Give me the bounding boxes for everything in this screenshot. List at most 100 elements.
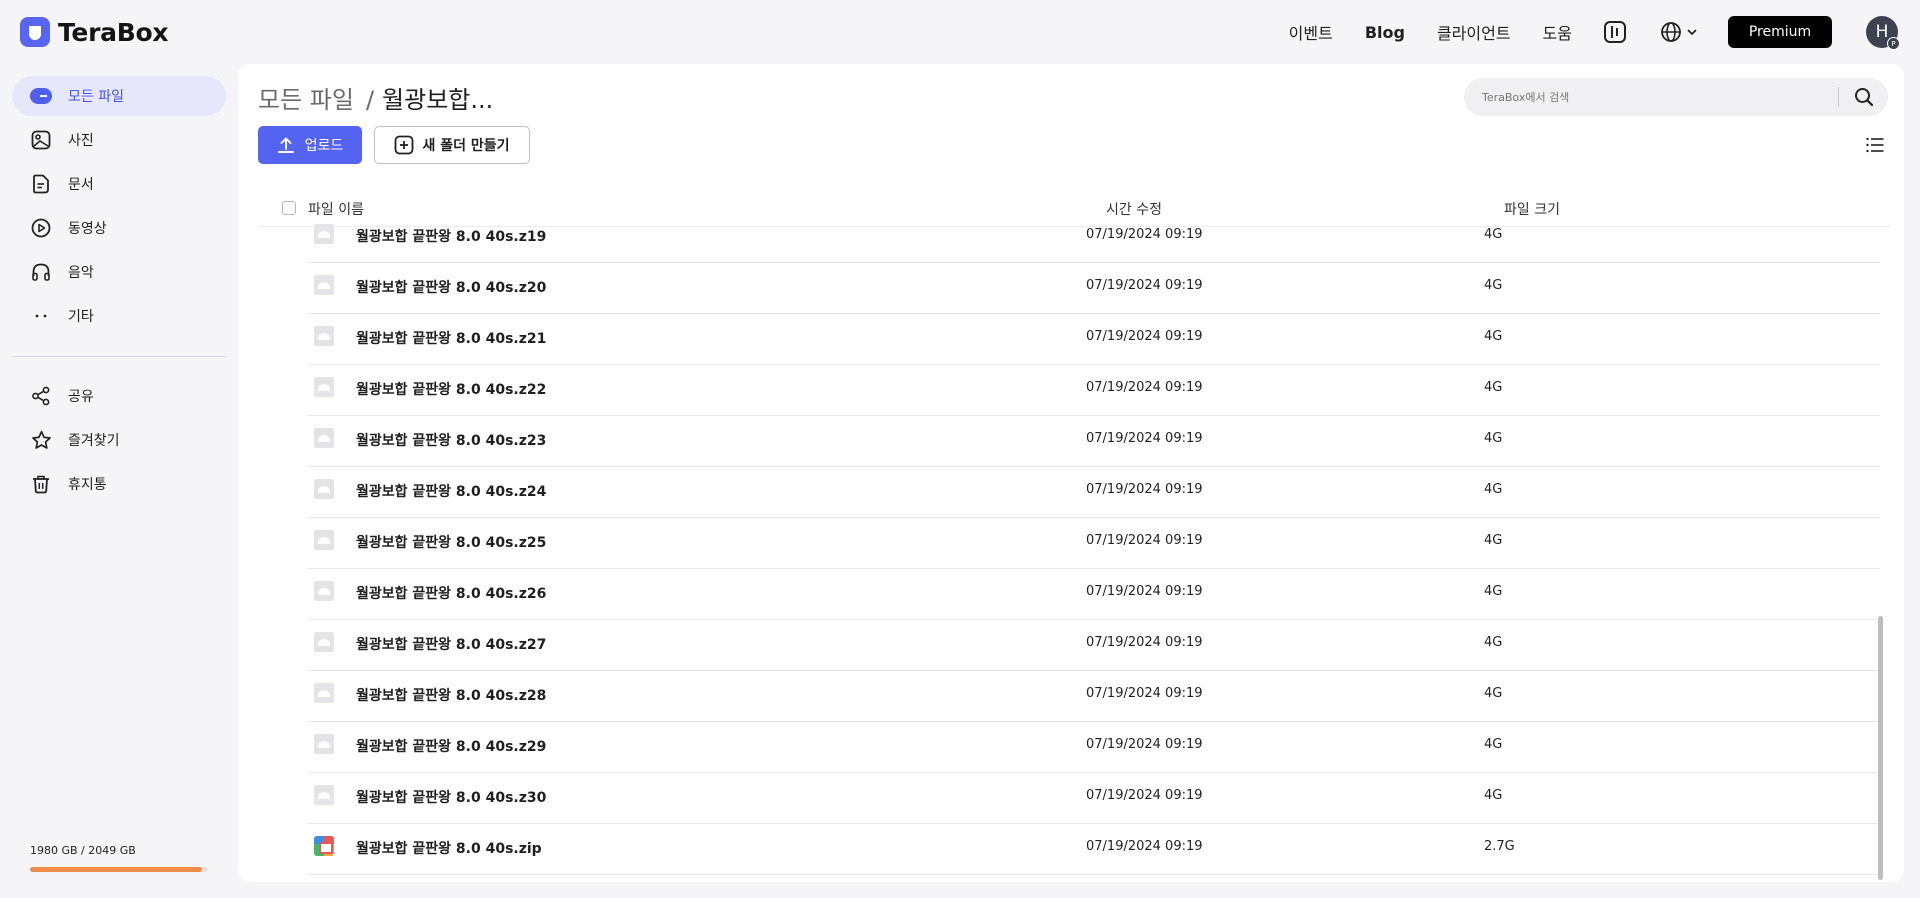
breadcrumb-root[interactable]: 모든 파일 [258, 80, 354, 115]
sidebar-item-share[interactable]: 공유 [12, 376, 226, 416]
file-icon [314, 683, 334, 703]
file-size: 4G [1484, 329, 1503, 344]
search-input[interactable] [1482, 78, 1822, 116]
table-row[interactable]: 월광보합 끝판왕 8.0 40s.z29 07/19/2024 09:19 4G [308, 722, 1880, 773]
table-row[interactable]: 월광보합 끝판왕 8.0 40s.z25 07/19/2024 09:19 4G [308, 518, 1880, 569]
language-selector[interactable] [1660, 21, 1698, 43]
table-row[interactable]: 월광보합 끝판왕 8.0 40s.z21 07/19/2024 09:19 4G [308, 314, 1880, 365]
table-row[interactable]: 월광보합 끝판왕 8.0 40s.z28 07/19/2024 09:19 4G [308, 671, 1880, 722]
avatar[interactable]: H P [1866, 16, 1900, 50]
file-icon [314, 479, 334, 499]
blog-link[interactable]: Blog [1365, 23, 1405, 42]
scrollbar-thumb[interactable] [1878, 616, 1883, 880]
file-icon [314, 632, 334, 652]
new-folder-button-label: 새 폴더 만들기 [422, 138, 510, 154]
table-row[interactable]: 월광보합 끝판왕 8.0 40s.z24 07/19/2024 09:19 4G [308, 467, 1880, 518]
sidebar-item-documents[interactable]: 문서 [12, 164, 226, 204]
sidebar-item-label: 문서 [68, 177, 94, 193]
file-name[interactable]: 월광보합 끝판왕 8.0 40s.z22 [356, 379, 546, 399]
file-icon [314, 428, 334, 448]
file-name[interactable]: 월광보합 끝판왕 8.0 40s.z29 [356, 736, 546, 756]
file-name[interactable]: 월광보합 끝판왕 8.0 40s.z20 [356, 277, 546, 297]
sidebar-item-label: 사진 [68, 133, 94, 149]
sidebar-item-all-files[interactable]: 모든 파일 [12, 76, 226, 116]
file-size: 4G [1484, 584, 1503, 599]
sidebar-item-label: 휴지통 [68, 477, 107, 493]
breadcrumb-separator: / [365, 86, 375, 114]
storage-usage-bar [30, 867, 208, 872]
file-icon [314, 275, 334, 295]
top-nav: 이벤트 Blog 클라이언트 도움 Premium H P [1289, 0, 1920, 64]
sidebar-item-videos[interactable]: 동영상 [12, 208, 226, 248]
event-link[interactable]: 이벤트 [1289, 20, 1333, 44]
table-row[interactable]: 월광보합 끝판왕 8.0 40s.z22 07/19/2024 09:19 4G [308, 365, 1880, 416]
sidebar-divider [12, 356, 226, 357]
file-name[interactable]: 월광보합 끝판왕 8.0 40s.z21 [356, 328, 546, 348]
terabox-logo[interactable]: TeraBox [20, 17, 168, 47]
new-folder-icon [395, 135, 414, 155]
file-icon [314, 785, 334, 805]
file-icon [314, 224, 334, 244]
sidebar-item-music[interactable]: 음악 [12, 252, 226, 292]
terabox-logo-icon [20, 17, 50, 47]
file-name[interactable]: 월광보합 끝판왕 8.0 40s.zip [356, 838, 542, 858]
upload-button[interactable]: 업로드 [258, 126, 362, 164]
sidebar-item-photos[interactable]: 사진 [12, 120, 226, 160]
search-icon[interactable] [1854, 87, 1874, 107]
file-size: 4G [1484, 227, 1503, 242]
file-modified-time: 07/19/2024 09:19 [1086, 278, 1203, 293]
table-row[interactable]: 월광보합 끝판왕 8.0 40s.z20 07/19/2024 09:19 4G [308, 263, 1880, 314]
table-row[interactable]: 월광보합 끝판왕 8.0 40s.z19 07/19/2024 09:19 4G [308, 212, 1880, 263]
sidebar-item-trash[interactable]: 휴지통 [12, 464, 226, 504]
file-name[interactable]: 월광보합 끝판왕 8.0 40s.z26 [356, 583, 546, 603]
file-name[interactable]: 월광보합 끝판왕 8.0 40s.z27 [356, 634, 546, 654]
sidebar-item-label: 동영상 [68, 221, 107, 237]
photo-icon [31, 130, 51, 150]
file-size: 4G [1484, 431, 1503, 446]
file-modified-time: 07/19/2024 09:19 [1086, 482, 1203, 497]
file-size: 4G [1484, 482, 1503, 497]
file-name[interactable]: 월광보합 끝판왕 8.0 40s.z24 [356, 481, 546, 501]
file-size: 2.7G [1484, 839, 1515, 854]
table-row[interactable]: 월광보합 끝판왕 8.0 40s.z26 07/19/2024 09:19 4G [308, 569, 1880, 620]
app-name: TeraBox [58, 17, 169, 47]
client-link[interactable]: 클라이언트 [1437, 20, 1511, 44]
file-name[interactable]: 월광보합 끝판왕 8.0 40s.z19 [356, 226, 546, 246]
file-modified-time: 07/19/2024 09:19 [1086, 737, 1203, 752]
file-name[interactable]: 월광보합 끝판왕 8.0 40s.z28 [356, 685, 546, 705]
file-modified-time: 07/19/2024 09:19 [1086, 788, 1203, 803]
search-box [1464, 78, 1888, 116]
premium-button[interactable]: Premium [1728, 16, 1832, 48]
sidebar-item-label: 즐겨찾기 [68, 433, 120, 449]
video-icon [31, 218, 51, 238]
table-row[interactable]: 월광보합 끝판왕 8.0 40s.zip 07/19/2024 09:19 2.7G [308, 824, 1880, 875]
breadcrumb: 모든 파일 / 월광보합... [258, 80, 493, 115]
file-modified-time: 07/19/2024 09:19 [1086, 584, 1203, 599]
share-icon [32, 386, 50, 406]
document-icon [33, 174, 49, 194]
file-name[interactable]: 월광보합 끝판왕 8.0 40s.z23 [356, 430, 546, 450]
tools-icon[interactable] [1604, 21, 1626, 43]
file-size: 4G [1484, 278, 1503, 293]
help-link[interactable]: 도움 [1543, 20, 1572, 44]
file-name[interactable]: 월광보합 끝판왕 8.0 40s.z30 [356, 787, 546, 807]
table-row[interactable]: 월광보합 끝판왕 8.0 40s.z30 07/19/2024 09:19 4G [308, 773, 1880, 824]
trash-icon [33, 475, 49, 494]
star-icon [31, 430, 51, 449]
table-row[interactable]: 월광보합 끝판왕 8.0 40s.z27 07/19/2024 09:19 4G [308, 620, 1880, 671]
file-name[interactable]: 월광보합 끝판왕 8.0 40s.z25 [356, 532, 546, 552]
zip-file-icon [314, 836, 334, 856]
table-row[interactable]: 월광보합 끝판왕 8.0 40s.z23 07/19/2024 09:19 4G [308, 416, 1880, 467]
file-size: 4G [1484, 737, 1503, 752]
sidebar-item-label: 모든 파일 [68, 89, 124, 105]
select-all-checkbox[interactable] [282, 201, 296, 215]
storage-usage-fill [30, 867, 202, 872]
more-icon [35, 314, 47, 318]
file-icon [314, 581, 334, 601]
list-view-icon[interactable] [1866, 136, 1884, 154]
sidebar-item-other[interactable]: 기타 [12, 296, 226, 336]
new-folder-button[interactable]: 새 폴더 만들기 [374, 126, 530, 164]
upload-button-label: 업로드 [304, 138, 344, 154]
top-bar: TeraBox 이벤트 Blog 클라이언트 도움 Premium H P [0, 0, 1920, 64]
sidebar-item-favorites[interactable]: 즐겨찾기 [12, 420, 226, 460]
